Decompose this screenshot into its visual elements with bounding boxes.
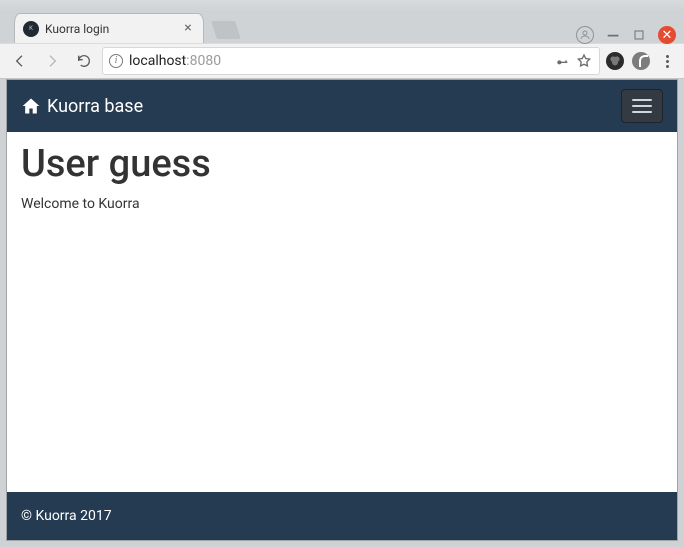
reload-button[interactable] [70,47,98,75]
extension-fedora-icon[interactable] [630,50,652,72]
window-controls: — ✕ [576,26,676,44]
page-viewport: Kuorra base User guess Welcome to Kuorra… [6,79,678,541]
page-welcome-text: Welcome to Kuorra [21,196,663,212]
brand-text: Kuorra base [47,96,143,117]
tab-title: Kuorra login [45,22,181,36]
page-navbar: Kuorra base [7,80,677,132]
star-icon[interactable] [575,52,593,70]
navbar-toggle[interactable] [621,89,663,123]
home-icon [21,96,41,116]
forward-button[interactable] [38,47,66,75]
profile-icon[interactable] [576,26,594,44]
browser-toolbar: i localhost:8080 [0,43,684,79]
window-minimize-icon[interactable]: — [606,28,620,42]
page-footer: © Kuorra 2017 [7,492,677,540]
tab-strip: K Kuorra login × — ✕ [0,12,684,43]
new-tab-button[interactable] [211,21,241,39]
url-port: :8080 [186,53,221,69]
extension-gnome-icon[interactable] [604,50,626,72]
window-titlebar [0,0,684,12]
page-heading: User guess [21,142,663,186]
key-icon[interactable] [553,52,571,70]
brand-link[interactable]: Kuorra base [21,96,143,117]
browser-menu-icon[interactable] [656,50,678,72]
page-body: User guess Welcome to Kuorra [7,132,677,492]
footer-text: © Kuorra 2017 [21,508,112,524]
site-info-icon[interactable]: i [109,54,123,68]
window-maximize-icon[interactable] [632,28,646,42]
address-bar[interactable]: i localhost:8080 [102,47,600,75]
back-button[interactable] [6,47,34,75]
tab-close-icon[interactable]: × [181,22,195,36]
url-host: localhost [129,53,186,69]
tab-favicon: K [23,21,39,37]
browser-tab[interactable]: K Kuorra login × [14,13,204,43]
window-close-icon[interactable]: ✕ [658,26,676,44]
